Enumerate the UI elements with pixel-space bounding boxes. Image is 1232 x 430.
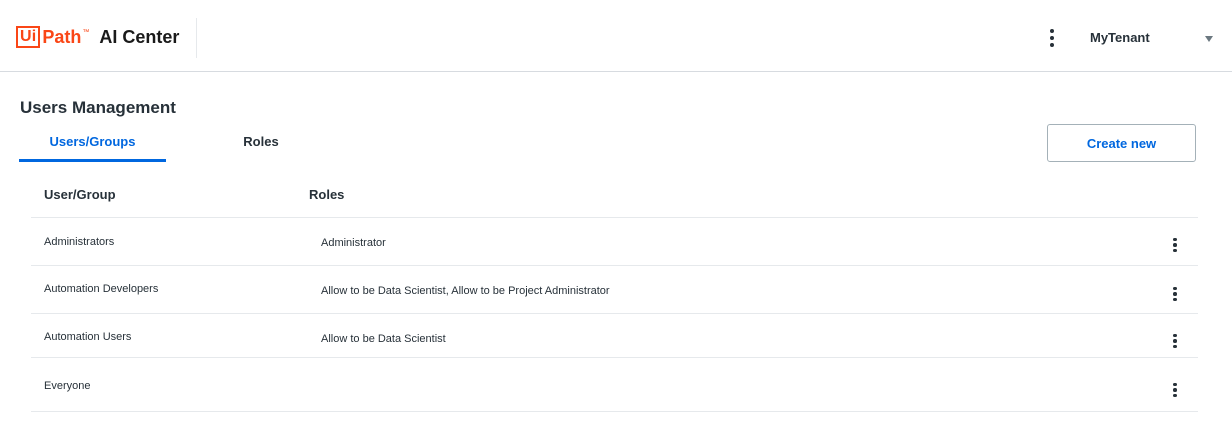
- cell-roles: Allow to be Data Scientist: [321, 333, 446, 345]
- page-title: Users Management: [20, 98, 176, 117]
- tab-users-groups[interactable]: Users/Groups: [19, 134, 166, 162]
- create-new-button[interactable]: Create new: [1047, 124, 1196, 162]
- cell-user-group: Administrators: [44, 236, 115, 248]
- logo-path-text: Path: [42, 27, 82, 47]
- cell-roles: Administrator: [321, 237, 386, 249]
- table-row[interactable]: Everyone: [31, 358, 1198, 412]
- kebab-vertical-icon[interactable]: [1042, 26, 1062, 50]
- kebab-vertical-icon[interactable]: [1167, 331, 1183, 351]
- cell-user-group: Automation Users: [44, 331, 132, 343]
- logo-ui-mark: Ui: [16, 26, 41, 48]
- column-header-roles[interactable]: Roles: [309, 187, 344, 202]
- logo-trademark: ™: [82, 28, 90, 36]
- kebab-vertical-icon[interactable]: [1167, 235, 1183, 255]
- kebab-vertical-icon[interactable]: [1167, 284, 1183, 304]
- column-header-user-group[interactable]: User/Group: [44, 187, 116, 202]
- app-header: Ui Path ™ AI Center MyTenant: [0, 0, 1232, 72]
- header-divider: [196, 18, 197, 58]
- cell-roles: Allow to be Data Scientist, Allow to be …: [321, 285, 610, 297]
- table-row[interactable]: Automation Users Allow to be Data Scient…: [31, 314, 1198, 358]
- tenant-selector-label[interactable]: MyTenant: [1090, 30, 1150, 45]
- users-groups-table: User/Group Roles Administrators Administ…: [31, 172, 1198, 412]
- cell-user-group: Everyone: [44, 380, 91, 392]
- cell-user-group: Automation Developers: [44, 283, 159, 295]
- kebab-vertical-icon[interactable]: [1167, 380, 1183, 400]
- uipath-ai-center-logo[interactable]: Ui Path ™ AI Center: [16, 23, 179, 51]
- product-name: AI Center: [99, 27, 180, 47]
- table-header-row: User/Group Roles: [31, 172, 1198, 218]
- caret-down-icon[interactable]: [1205, 36, 1213, 42]
- tab-roles[interactable]: Roles: [216, 134, 306, 162]
- table-row[interactable]: Automation Developers Allow to be Data S…: [31, 266, 1198, 314]
- table-row[interactable]: Administrators Administrator: [31, 218, 1198, 266]
